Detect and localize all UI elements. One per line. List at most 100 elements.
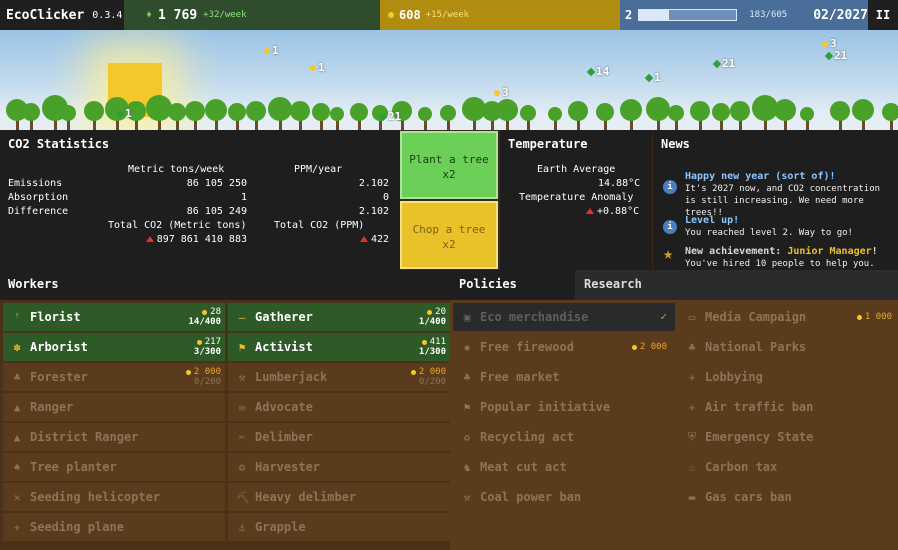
app-name: EcoClicker [6,7,85,23]
floating-gain: 14 [586,65,609,78]
policy-label: Lobbying [705,370,763,384]
game-date: 02/2027 [813,7,868,23]
policy-label: Carbon tax [705,460,778,474]
forest-scene[interactable]: 1 1 1 21 3 14 1 21 3 21 [0,30,898,130]
worker-icon: ▲ [13,430,21,444]
worker-row[interactable]: ✽ Arborist 217 3/300 [3,333,225,361]
plant-tree-label: Plant a tree [409,153,489,166]
tree-icon [312,102,330,130]
temperature-title: Temperature [508,137,588,151]
worker-icon: ▲ [13,400,21,414]
worker-row[interactable]: ✈ Seeding plane [3,513,225,541]
worker-label: Lumberjack [255,370,328,384]
worker-row[interactable]: ✉ Advocate [228,393,450,421]
tree-icon [350,102,368,130]
worker-meta: 28 14/400 [188,307,221,327]
worker-row[interactable]: ▲ District Ranger [3,423,225,451]
tab-policies[interactable]: Policies [450,270,575,300]
coin-icon [388,12,394,18]
policy-icon: ▬ [688,490,696,504]
money-rate: +15/week [425,10,470,20]
policy-row[interactable]: ⛨ Emergency State [678,423,898,451]
temperature-anomaly-label: Temperature Anomaly [519,192,634,203]
tree-icon [620,98,642,130]
coin-icon [427,309,433,315]
tab-research[interactable]: Research [575,270,898,300]
coin-icon [822,40,828,47]
worker-icon: ꜝ [13,310,21,324]
info-icon: i [663,220,677,234]
worker-label: Ranger [30,400,74,414]
policy-row[interactable]: ♞ Meat cut act [453,453,675,481]
tree-icon [22,102,40,130]
chop-tree-multiplier: x2 [442,238,456,251]
policy-row[interactable]: ⚑ Popular initiative [453,393,675,421]
tree-icon [646,96,670,130]
worker-label: Harvester [255,460,321,474]
temperature-avg-value: 14.88°C [598,178,641,189]
policy-row[interactable]: ♣ National Parks [678,333,898,361]
worker-row[interactable]: ✕ Seeding helicopter [3,483,225,511]
policy-row[interactable]: ▬ Gas cars ban [678,483,898,511]
tree-icon [228,102,246,130]
policy-row[interactable]: ♨ Carbon tax [678,453,898,481]
worker-row[interactable]: — Gatherer 20 1/400 [228,303,450,331]
worker-row[interactable]: ♠ Tree planter [3,453,225,481]
news-panel: News i Happy new year (sort of)! It's 20… [653,130,898,270]
tree-icon [586,67,596,76]
policy-row[interactable]: ♣ Free market [453,363,675,391]
coin-icon [310,64,316,71]
worker-label: Forester [30,370,88,384]
coin-icon [631,344,637,350]
trees-value: 1 769 [158,7,198,23]
worker-row[interactable]: ⛏ Heavy delimber [228,483,450,511]
worker-meta: 20 1/400 [419,307,446,327]
chop-tree-button[interactable]: Chop a tree x2 [400,201,498,269]
tree-icon [168,102,186,130]
tree-icon [712,102,730,130]
worker-row[interactable]: ✂ Delimber [228,423,450,451]
info-icon: i [663,180,677,194]
worker-row[interactable]: ♣ Forester 2 000 0/200 [3,363,225,391]
tree-icon [668,104,684,130]
news-item-title: Level up! [685,215,740,226]
worker-cost: 217 [204,337,221,347]
pause-button[interactable]: II [868,0,898,30]
plant-tree-button[interactable]: Plant a tree x2 [400,131,498,199]
policy-row[interactable]: ▣ Eco merchandise ✓ [453,303,675,331]
worker-row[interactable]: ⚙ Harvester [228,453,450,481]
policy-row[interactable]: ▭ Media Campaign 1 000 [678,303,898,331]
coin-icon [264,47,270,54]
policy-row[interactable]: ✈ Lobbying [678,363,898,391]
worker-meta: 2 000 0/200 [185,367,221,387]
worker-row[interactable]: ⚑ Activist 411 1/300 [228,333,450,361]
floating-gain: 3 [494,86,509,99]
tree-icon [882,102,898,130]
app-title-section: EcoClicker 0.3.4 [0,0,124,30]
worker-row[interactable]: ▲ Ranger [3,393,225,421]
tree-icon [730,100,750,130]
increase-arrow-icon [145,236,154,242]
worker-row[interactable]: ꜝ Florist 28 14/400 [3,303,225,331]
policy-icon: ⚒ [463,490,471,504]
policy-row[interactable]: ♻ Recycling act [453,423,675,451]
worker-row[interactable]: ⚒ Lumberjack 2 000 0/200 [228,363,450,391]
worker-icon: ♣ [13,370,21,384]
policy-icon: ▣ [463,310,471,324]
policy-row[interactable]: ✈ Air traffic ban [678,393,898,421]
co2-row-label: Emissions [8,178,63,189]
co2-row-ppm: 2.102 [358,206,389,217]
worker-meta: 411 1/300 [419,337,446,357]
policy-label: Eco merchandise [480,310,589,324]
worker-count: 0/200 [193,377,221,387]
worker-row[interactable]: ⚓ Grapple [228,513,450,541]
tree-icon [496,98,518,130]
policy-cost: 1 000 [856,312,892,322]
level-number: 2 [625,8,633,22]
policies-panel: ▣ Eco merchandise ✓ ✸ Free firewood 2 000 ♣ Fre… [450,300,898,550]
policy-row[interactable]: ✸ Free firewood 2 000 [453,333,675,361]
policy-label: Gas cars ban [705,490,792,504]
policy-row[interactable]: ⚒ Coal power ban [453,483,675,511]
worker-label: Florist [30,310,81,324]
policy-label: Coal power ban [480,490,582,504]
